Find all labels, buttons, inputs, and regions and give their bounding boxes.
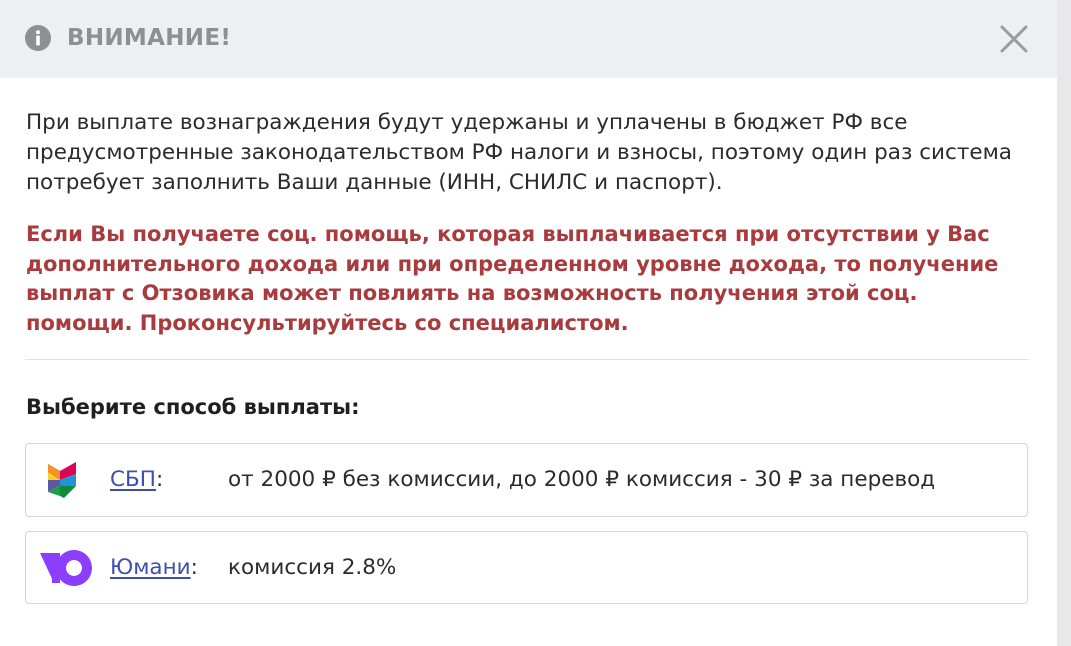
info-circle-icon	[25, 25, 51, 51]
close-icon[interactable]	[997, 22, 1031, 56]
sbp-separator: :	[155, 467, 164, 492]
yumani-link[interactable]: Юмани	[110, 555, 191, 580]
yumani-description: комиссия 2.8%	[228, 555, 397, 580]
yumani-name-wrap: Юмани:	[110, 553, 198, 583]
tax-notice-text: При выплате вознаграждения будут удержан…	[26, 110, 1012, 195]
modal-title: ВНИМАНИЕ!	[67, 25, 232, 51]
yumoney-logo-icon	[40, 550, 92, 586]
sbp-link[interactable]: СБП	[110, 467, 156, 492]
modal-header: ВНИМАНИЕ!	[0, 0, 1057, 78]
payout-method-title: Выберите способ выплаты:	[26, 395, 360, 419]
payout-warning-modal: ВНИМАНИЕ! При выплате вознаграждения буд…	[0, 0, 1057, 646]
yumani-separator: :	[190, 555, 198, 580]
payment-option-yumani[interactable]: Юмани: комиссия 2.8%	[25, 531, 1028, 604]
payment-option-sbp[interactable]: СБП: от 2000 ₽ без комиссии, до 2000 ₽ к…	[25, 443, 1028, 517]
page-background-edge	[1057, 0, 1071, 646]
divider	[25, 359, 1029, 360]
sbp-description: от 2000 ₽ без комиссии, до 2000 ₽ комисс…	[228, 467, 936, 492]
sbp-logo-icon	[48, 462, 76, 498]
sbp-name-wrap: СБП:	[110, 465, 163, 495]
social-aid-warning-text: Если Вы получаете соц. помощь, которая в…	[26, 222, 999, 335]
